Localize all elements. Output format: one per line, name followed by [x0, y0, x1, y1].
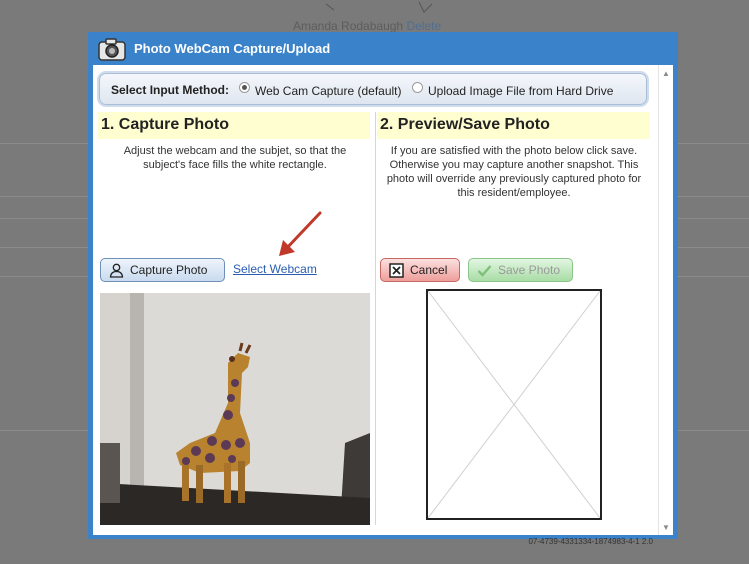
background-signature-sketch [325, 1, 433, 13]
checkmark-icon [477, 264, 492, 277]
dialog-content: Select Input Method: Web Cam Capture (de… [93, 65, 673, 546]
dialog-title: Photo WebCam Capture/Upload [134, 41, 331, 56]
user-icon [109, 263, 124, 278]
photo-preview-placeholder [426, 289, 602, 520]
upload-file-radio-label[interactable]: Upload Image File from Hard Drive [428, 84, 613, 98]
background-caption: Amanda Rodabaugh Delete [293, 19, 441, 33]
capture-section-heading: 1. Capture Photo [98, 112, 370, 139]
preview-section-heading: 2. Preview/Save Photo [377, 112, 650, 139]
scroll-up-arrow[interactable]: ▲ [662, 69, 670, 78]
capture-instructions: Adjust the webcam and the subjet, so tha… [123, 145, 347, 171]
save-photo-button[interactable]: Save Photo [468, 258, 573, 282]
webcam-capture-radio-label[interactable]: Web Cam Capture (default) [255, 84, 402, 98]
close-box-icon [389, 262, 404, 278]
webcam-capture-radio[interactable] [239, 82, 250, 93]
preview-instructions: If you are satisfied with the photo belo… [386, 145, 642, 199]
dialog-titlebar[interactable]: Photo WebCam Capture/Upload [88, 32, 678, 65]
input-method-label: Select Input Method: [111, 83, 229, 97]
cancel-button[interactable]: Cancel [380, 258, 460, 282]
select-webcam-link[interactable]: Select Webcam [233, 262, 317, 276]
scroll-down-arrow[interactable]: ▼ [662, 523, 670, 532]
dialog-scrollbar[interactable]: ▲ ▼ [658, 65, 673, 535]
cancel-label: Cancel [410, 263, 448, 277]
capture-photo-button[interactable]: Capture Photo [100, 258, 225, 282]
background-delete-link: Delete [406, 19, 442, 33]
input-method-bar: Select Input Method: Web Cam Capture (de… [99, 73, 647, 105]
section-divider [375, 112, 376, 525]
upload-file-radio[interactable] [412, 82, 423, 93]
annotation-arrow [279, 211, 322, 256]
build-id: 07-4739-4331334-1874983-4-1 2.0 [528, 537, 653, 546]
webcam-feed [100, 293, 370, 525]
background-name: Amanda Rodabaugh [293, 19, 404, 33]
camera-icon [98, 38, 126, 61]
capture-photo-label: Capture Photo [130, 263, 208, 277]
photo-capture-dialog: Photo WebCam Capture/Upload Select Input… [88, 32, 678, 546]
save-photo-label: Save Photo [498, 263, 561, 277]
